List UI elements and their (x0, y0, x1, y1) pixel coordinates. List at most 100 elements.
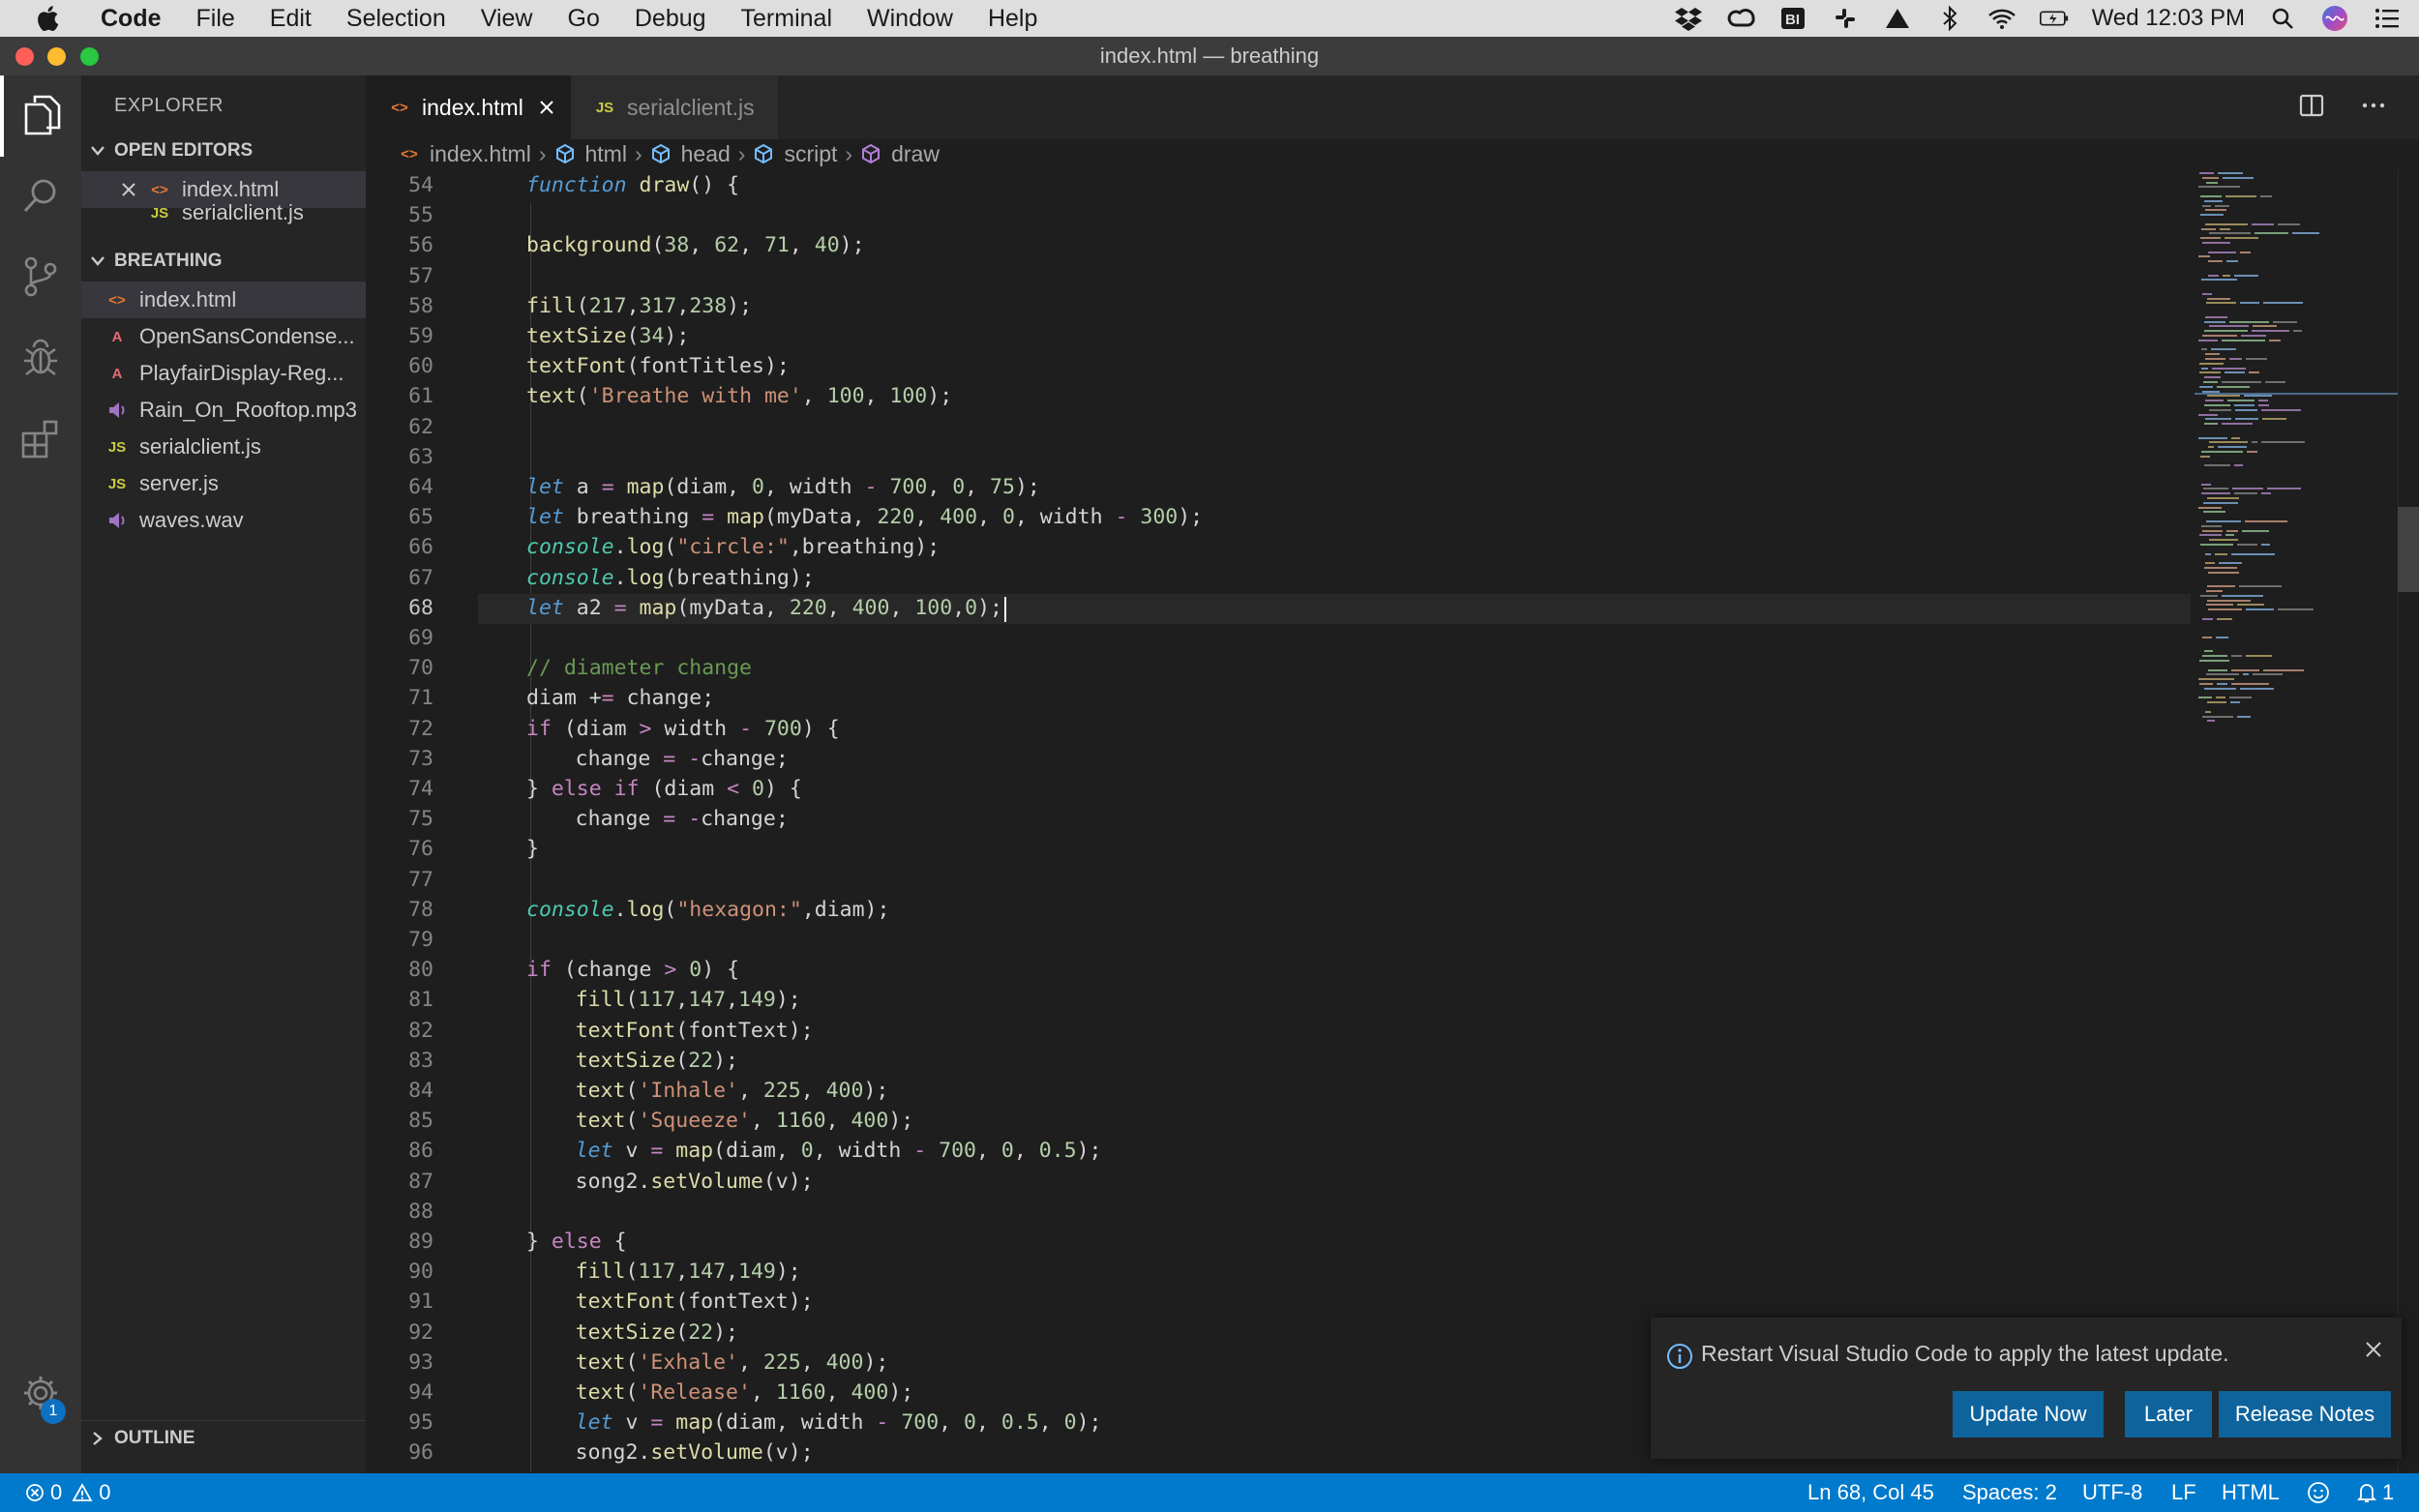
menu-edit[interactable]: Edit (253, 5, 329, 33)
file-item[interactable]: <> index.html (81, 282, 366, 318)
cursor-position[interactable]: Ln 68, Col 45 (1807, 1473, 1934, 1512)
minimap[interactable] (2195, 170, 2398, 1473)
code-line[interactable]: change = -change; (551, 807, 789, 831)
split-editor-icon[interactable] (2299, 93, 2324, 123)
siri-icon[interactable] (2320, 4, 2349, 33)
file-item[interactable]: A OpenSansCondense... (81, 318, 366, 355)
explorer-activity[interactable] (0, 75, 81, 157)
tab-serialclient-js[interactable]: JS serialclient.js (571, 75, 778, 139)
menu-go[interactable]: Go (551, 5, 617, 33)
bi-app-icon[interactable]: BI (1778, 4, 1807, 33)
extensions-activity[interactable] (0, 400, 81, 482)
slack-icon[interactable] (1831, 4, 1860, 33)
battery-icon[interactable] (2039, 4, 2069, 33)
breadcrumb-item[interactable]: draw (860, 141, 940, 167)
code-line[interactable]: song2.setVolume(v); (551, 1440, 814, 1465)
code-line[interactable]: change = -change; (551, 747, 789, 771)
code-line[interactable]: textSize(22); (551, 1320, 738, 1345)
code-line[interactable]: text('Squeeze', 1160, 400); (551, 1109, 914, 1133)
code-line[interactable]: fill(217,317,238); (526, 294, 752, 318)
more-actions-icon[interactable] (2361, 93, 2386, 123)
breadcrumb-item[interactable]: <> index.html (399, 141, 531, 167)
zoom-window-button[interactable] (80, 47, 99, 66)
menu-debug[interactable]: Debug (617, 5, 724, 33)
code-line[interactable]: fill(117,147,149); (551, 988, 801, 1012)
code-line[interactable]: text('Inhale', 225, 400); (551, 1079, 889, 1103)
outline-section-header[interactable]: OUTLINE (81, 1420, 366, 1455)
problems-indicator[interactable]: 0 0 (25, 1473, 111, 1512)
minimap-slider[interactable] (2195, 393, 2398, 395)
open-editors-section-header[interactable]: OPEN EDITORS (81, 133, 366, 168)
code-line[interactable]: diam += change; (526, 686, 714, 710)
bluetooth-icon[interactable] (1935, 4, 1964, 33)
code-line[interactable]: let a = map(diam, 0, width - 700, 0, 75)… (526, 475, 1040, 499)
code-line[interactable]: let v = map(diam, 0, width - 700, 0, 0.5… (551, 1139, 1102, 1163)
search-activity[interactable] (0, 157, 81, 238)
language-mode[interactable]: HTML (2222, 1473, 2280, 1512)
open-editor-item[interactable]: JS serialclient.js (81, 194, 366, 231)
code-line[interactable]: console.log(breathing); (526, 566, 815, 590)
menu-view[interactable]: View (463, 5, 551, 33)
code-line[interactable]: console.log("circle:",breathing); (526, 535, 940, 559)
end-of-line-setting[interactable]: LF (2171, 1473, 2196, 1512)
apple-icon[interactable] (33, 4, 62, 33)
menu-window[interactable]: Window (850, 5, 971, 33)
close-icon[interactable] (539, 95, 554, 121)
menu-terminal[interactable]: Terminal (724, 5, 850, 33)
creative-cloud-icon[interactable] (1726, 4, 1755, 33)
editor-scrollbar-thumb[interactable] (2398, 507, 2419, 592)
dropbox-icon[interactable] (1674, 4, 1703, 33)
code-line[interactable]: let breathing = map(myData, 220, 400, 0,… (526, 505, 1203, 529)
code-line[interactable]: if (change > 0) { (526, 958, 739, 982)
code-line[interactable]: function draw() { (526, 173, 739, 197)
menu-app-name[interactable]: Code (89, 5, 179, 33)
code-line[interactable]: textFont(fontTitles); (526, 354, 790, 378)
menu-help[interactable]: Help (971, 5, 1055, 33)
file-item[interactable]: waves.wav (81, 502, 366, 539)
wifi-icon[interactable] (1987, 4, 2016, 33)
code-line[interactable]: console.log("hexagon:",diam); (526, 898, 889, 922)
file-item[interactable]: A PlayfairDisplay-Reg... (81, 355, 366, 392)
spotlight-search-icon[interactable] (2268, 4, 2297, 33)
code-line[interactable]: background(38, 62, 71, 40); (526, 233, 865, 257)
breadcrumb-item[interactable]: head (650, 141, 731, 167)
code-line[interactable]: if (diam > width - 700) { (526, 717, 840, 741)
code-line[interactable]: text('Breathe with me', 100, 100); (526, 384, 952, 408)
update-now-button[interactable]: Update Now (1953, 1391, 2104, 1438)
notifications-indicator[interactable]: 1 (2357, 1473, 2394, 1512)
code-line[interactable]: song2.setVolume(v); (551, 1170, 814, 1194)
notification-center-icon[interactable] (2373, 4, 2402, 33)
code-editor[interactable]: 54 function draw() {55 56 background(38, 62… (366, 170, 2195, 1473)
source-control-activity[interactable] (0, 238, 81, 319)
menubar-clock[interactable]: Wed 12:03 PM (2092, 5, 2245, 32)
file-item[interactable]: JS serialclient.js (81, 429, 366, 465)
breadcrumb-item[interactable]: script (753, 141, 837, 167)
release-notes-button[interactable]: Release Notes (2219, 1391, 2391, 1438)
menu-file[interactable]: File (179, 5, 253, 33)
code-line[interactable]: text('Release', 1160, 400); (551, 1380, 914, 1405)
debug-activity[interactable] (0, 319, 81, 400)
editor-scrollbar[interactable] (2398, 170, 2419, 1473)
code-line[interactable]: } else { (526, 1230, 627, 1254)
code-line[interactable]: let v = map(diam, width - 700, 0, 0.5, 0… (551, 1410, 1102, 1435)
close-window-button[interactable] (15, 47, 34, 66)
encoding-setting[interactable]: UTF-8 (2082, 1473, 2142, 1512)
later-button[interactable]: Later (2125, 1391, 2212, 1438)
breathing-folder-header[interactable]: BREATHING (81, 244, 366, 279)
code-line[interactable]: textFont(fontText); (551, 1290, 814, 1314)
code-line[interactable]: // diameter change (526, 656, 752, 680)
drive-icon[interactable] (1883, 4, 1912, 33)
close-icon[interactable] (2363, 1339, 2384, 1365)
tab-index-html[interactable]: <> index.html (366, 75, 571, 139)
file-item[interactable]: Rain_On_Rooftop.mp3 (81, 392, 366, 429)
file-item[interactable]: JS server.js (81, 465, 366, 502)
menu-selection[interactable]: Selection (329, 5, 463, 33)
code-line[interactable]: textSize(22); (551, 1049, 738, 1073)
indentation-setting[interactable]: Spaces: 2 (1962, 1473, 2057, 1512)
code-line[interactable]: text('Exhale', 225, 400); (551, 1350, 889, 1375)
manage-activity[interactable]: 1 (0, 1354, 81, 1436)
code-line[interactable]: } else if (diam < 0) { (526, 777, 802, 801)
code-line[interactable]: } (526, 837, 539, 861)
code-line[interactable]: textFont(fontText); (551, 1019, 814, 1043)
feedback-smiley-icon[interactable] (2307, 1473, 2330, 1512)
